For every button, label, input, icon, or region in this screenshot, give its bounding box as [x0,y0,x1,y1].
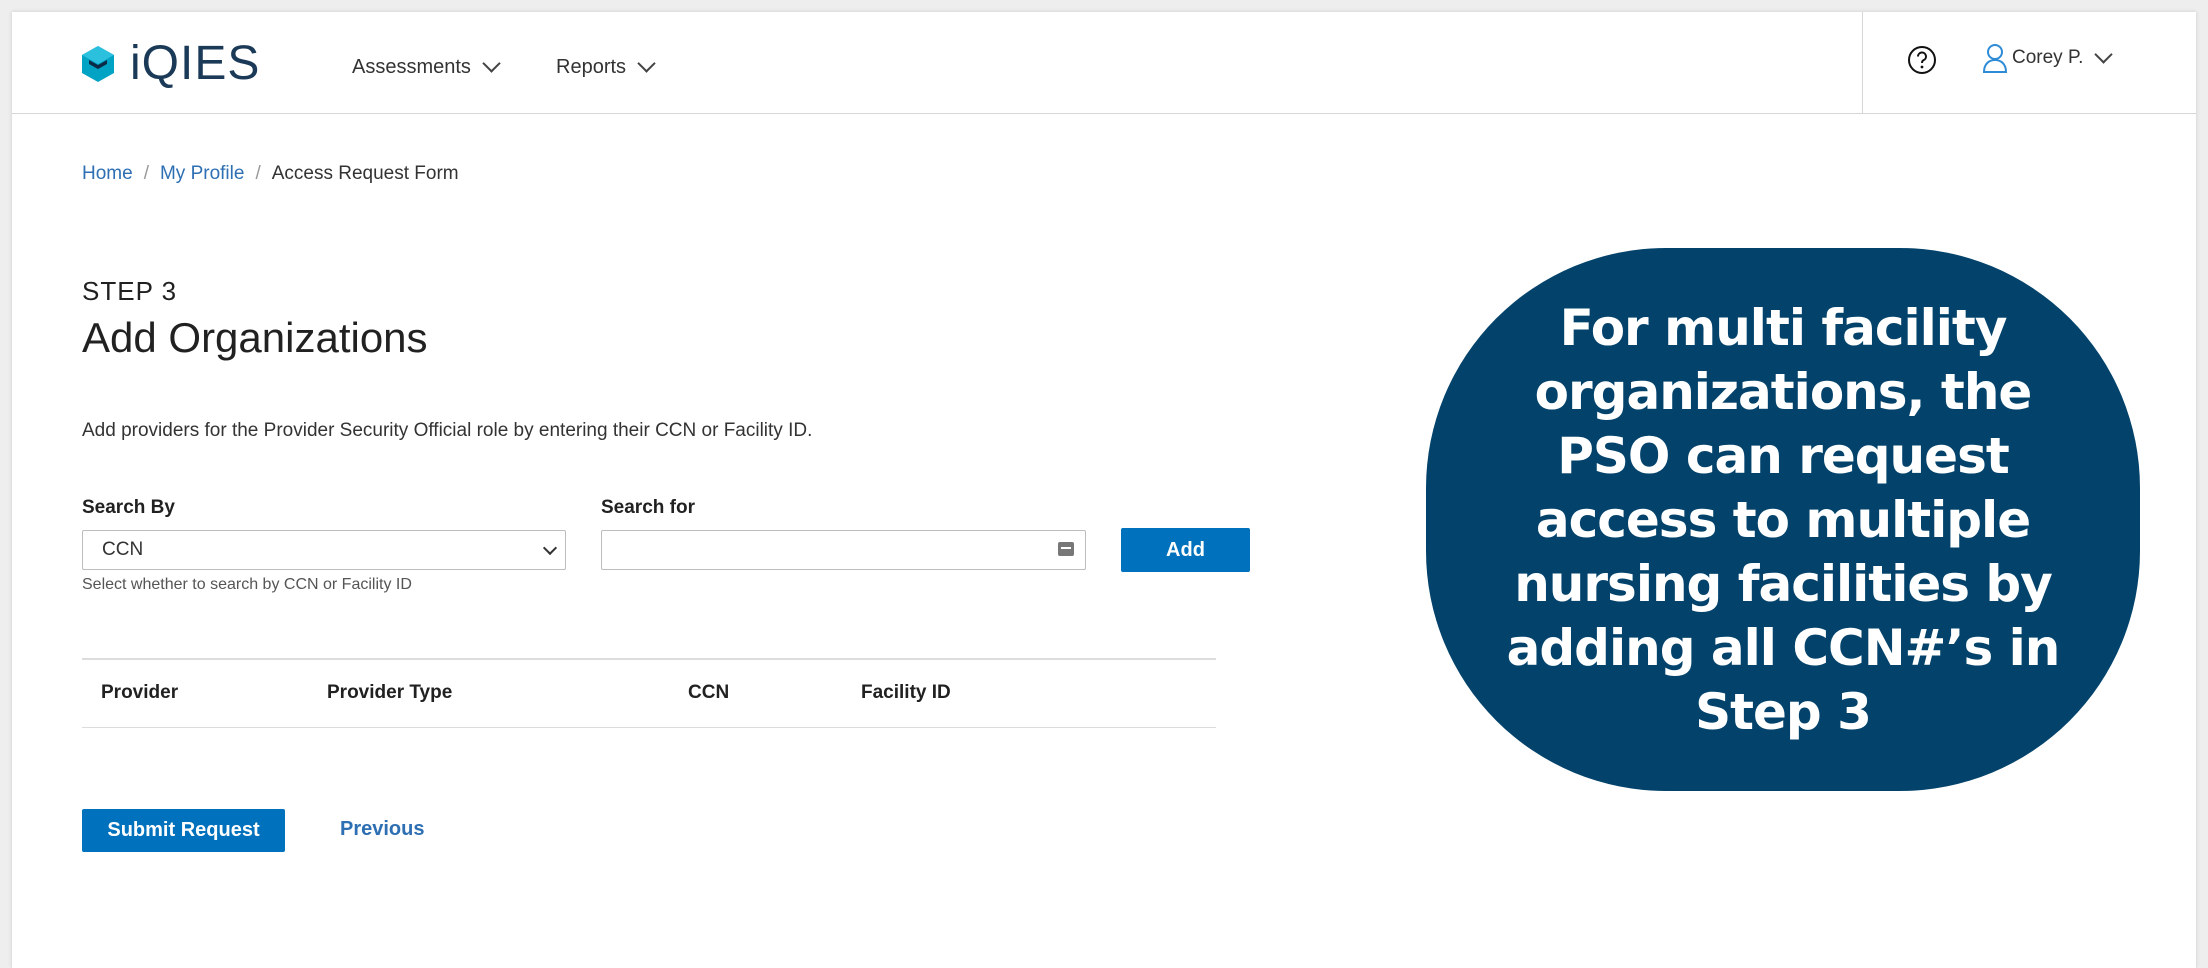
callout-bubble: For multi facility organizations, the PS… [1426,248,2140,791]
header-divider [1862,12,1863,113]
autofill-icon[interactable] [1058,542,1074,556]
breadcrumb-home[interactable]: Home [82,163,133,185]
breadcrumb-current: Access Request Form [271,163,459,184]
callout-text: For multi facility organizations, the PS… [1506,298,2061,741]
user-icon [1982,44,2008,73]
submit-request-button[interactable]: Submit Request [82,809,285,852]
search-for-label: Search for [601,497,695,518]
table-top-border [82,658,1216,660]
user-name: Corey P. [2012,47,2084,68]
help-icon[interactable] [1907,45,1937,75]
iqies-cube-icon [82,46,114,82]
chevron-down-icon [637,54,656,73]
page-title: Add Organizations [82,314,428,361]
user-menu[interactable]: Corey P. [1982,42,2114,74]
chevron-down-icon [482,54,501,73]
search-by-help: Select whether to search by CCN or Facil… [82,576,412,593]
search-by-label: Search By [82,497,175,518]
column-header-facility-id: Facility ID [861,682,951,703]
page-description: Add providers for the Provider Security … [82,420,813,441]
chevron-down-icon [542,540,558,556]
breadcrumb-separator: / [143,163,149,184]
add-button[interactable]: Add [1121,528,1250,572]
nav-assessments[interactable]: Assessments [352,54,501,79]
breadcrumb-my-profile[interactable]: My Profile [160,163,244,185]
table-bottom-border [82,727,1216,728]
chevron-down-icon [2094,44,2114,64]
search-by-select[interactable]: CCN [82,530,566,570]
column-header-ccn: CCN [688,682,730,703]
nav-reports[interactable]: Reports [556,54,656,79]
previous-link[interactable]: Previous [340,818,424,841]
breadcrumb: Home / My Profile / Access Request Form [82,163,459,185]
nav-reports-label: Reports [556,56,627,78]
column-header-provider: Provider [101,682,179,703]
breadcrumb-separator: / [255,163,261,184]
top-header: iQIES Assessments Reports Corey P. [12,12,2196,114]
column-header-provider-type: Provider Type [327,682,453,703]
search-by-value: CCN [102,539,144,560]
nav-assessments-label: Assessments [352,56,471,78]
app-logo[interactable]: iQIES [80,36,260,92]
search-for-input[interactable] [601,530,1086,570]
app-name: iQIES [130,37,261,90]
step-label: STEP 3 [82,276,178,306]
page-container: iQIES Assessments Reports Corey P. Home [12,12,2196,968]
